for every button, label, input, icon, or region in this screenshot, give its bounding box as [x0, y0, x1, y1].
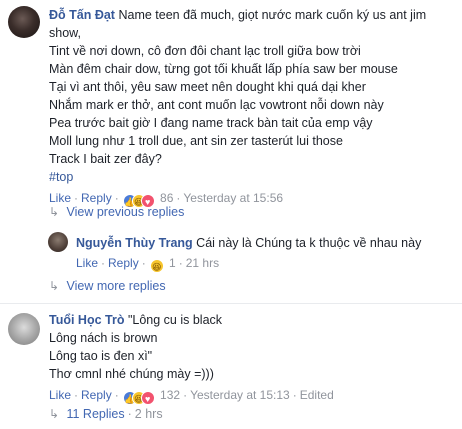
comment-timestamp[interactable]: Yesterday at 15:13 — [190, 388, 290, 402]
hashtag-link[interactable]: #top — [49, 168, 426, 186]
reaction-icons[interactable]: 👍😆 ♥ — [122, 389, 155, 405]
view-more-label: View more replies — [66, 279, 166, 293]
view-more-replies[interactable]: ↳ View more replies — [49, 277, 166, 295]
divider — [0, 303, 462, 304]
reply-arrow-icon: ↳ — [49, 205, 60, 219]
like-button[interactable]: Like — [49, 388, 71, 402]
comment-author[interactable]: Đỗ Tấn Đạt — [49, 8, 115, 22]
haha-icon: 😆 — [149, 259, 164, 273]
love-icon: ♥ — [140, 391, 155, 405]
comment-text-line: Nhắm mark er thở, ant cont muốn lạc vowt… — [49, 98, 384, 112]
comment-text-line: Màn đêm chair dow, từng got tối khuất lấ… — [49, 62, 398, 76]
replies-timestamp: 2 hrs — [134, 407, 163, 421]
replies-summary[interactable]: ↳ 11 Replies · 2 hrs — [49, 405, 163, 423]
comment-text-line: Track I bait zer đây? — [49, 152, 162, 166]
reply-actions: Like · Reply · 😆 1 · 21 hrs — [76, 256, 220, 273]
comment-text-line: Lông tao is đen xì" — [49, 349, 153, 363]
like-button[interactable]: Like — [76, 256, 98, 270]
comment-text-line: Pea trước bait giờ I đang name track bàn… — [49, 116, 373, 130]
comment-timestamp[interactable]: Yesterday at 15:56 — [183, 191, 283, 205]
avatar[interactable] — [8, 313, 40, 345]
comment-text-first-line: "Lông cu is black — [127, 313, 223, 327]
edited-label[interactable]: Edited — [300, 388, 334, 402]
avatar[interactable] — [48, 232, 68, 252]
reply-author[interactable]: Nguyễn Thùy Trang — [76, 236, 193, 250]
comment-text-line: show, — [49, 26, 81, 40]
reply-arrow-icon: ↳ — [49, 407, 60, 421]
comment-2: Tuổi Học Trò "Lông cu is black Lông nách… — [49, 311, 334, 405]
reply-button[interactable]: Reply — [81, 388, 112, 402]
reaction-icons[interactable]: 😆 — [149, 257, 164, 273]
reply-arrow-icon: ↳ — [49, 279, 60, 293]
reply-timestamp[interactable]: 21 hrs — [186, 256, 219, 270]
comment-text-line: Lông nách is brown — [49, 331, 158, 345]
replies-count-link[interactable]: 11 Replies — [66, 407, 124, 421]
reaction-count[interactable]: 1 — [169, 256, 176, 270]
comment-text-first-line: Name teen đã much, giọt nước mark cuốn k… — [118, 8, 427, 22]
comment-text-line: Thơ cmnl nhé chúng mày =))) — [49, 367, 214, 381]
comment-actions: Like · Reply · 👍😆 ♥ 132 · Yesterday at 15:13 · Ed… — [49, 388, 334, 405]
comment-text-line: Moll lung như 1 troll due, ant sin zer t… — [49, 134, 343, 148]
reply-text: Cái này là Chúng ta k thuộc về nhau này — [196, 236, 422, 250]
comment-text-line: Tint về nơi down, cô đơn đôi chant lạc t… — [49, 44, 361, 58]
comment-author[interactable]: Tuổi Học Trò — [49, 313, 124, 327]
reply-button[interactable]: Reply — [108, 256, 139, 270]
comment-1: Đỗ Tấn Đạt Name teen đã much, giọt nước … — [49, 6, 427, 208]
view-previous-label: View previous replies — [66, 205, 185, 219]
avatar[interactable] — [8, 6, 40, 38]
reply-1: Nguyễn Thùy Trang Cái này là Chúng ta k … — [76, 234, 422, 273]
comment-thread: Đỗ Tấn Đạt Name teen đã much, giọt nước … — [0, 0, 462, 429]
comment-text-line: Tại vì ant thôi, yêu saw meet nên dought… — [49, 80, 366, 94]
reaction-count[interactable]: 132 — [160, 388, 180, 402]
view-previous-replies[interactable]: ↳ View previous replies — [49, 203, 184, 221]
